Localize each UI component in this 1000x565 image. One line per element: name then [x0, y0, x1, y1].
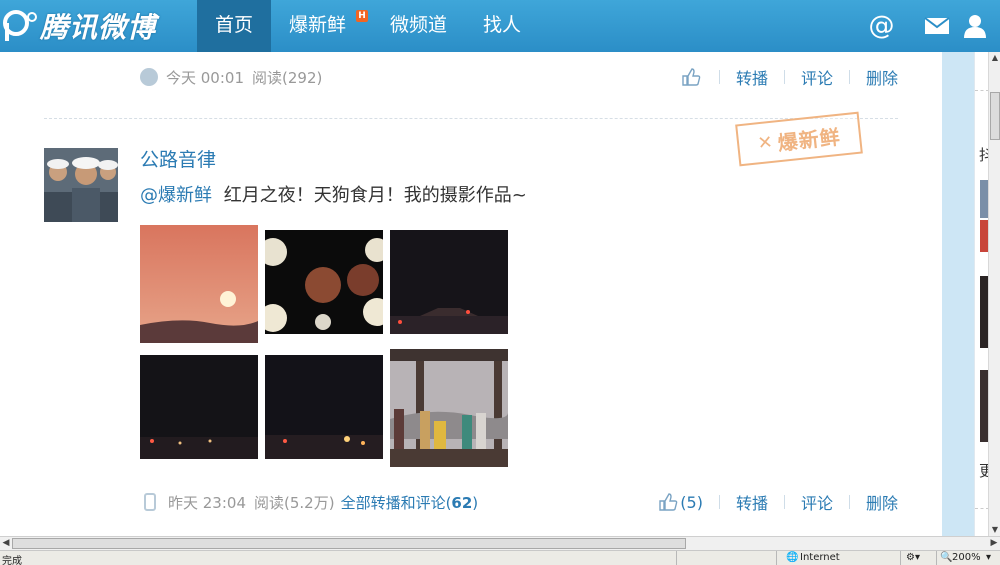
- side-divider: [975, 508, 988, 509]
- all-reposts-comments-link[interactable]: 全部转播和评论(62): [341, 492, 479, 513]
- zoom-level[interactable]: 200%: [952, 552, 981, 563]
- side-heading: 抖: [979, 144, 988, 165]
- scroll-thumb[interactable]: [12, 538, 686, 549]
- globe-zone-icon: 🌐: [786, 552, 799, 563]
- stamp-label: 爆新鲜: [776, 124, 842, 155]
- side-column: 抖 更: [974, 52, 988, 536]
- delete-button[interactable]: 删除: [850, 490, 898, 514]
- like-button[interactable]: (5): [658, 492, 719, 512]
- red-sunset-photo: [140, 225, 258, 343]
- right-gutter: [942, 52, 978, 536]
- hot-badge: H: [356, 10, 369, 22]
- mail-icon[interactable]: [909, 0, 964, 52]
- photo-3[interactable]: [390, 230, 508, 348]
- nav-item-label: 爆新鲜: [289, 14, 347, 36]
- repost-button[interactable]: 转播: [720, 490, 784, 514]
- like-button[interactable]: [681, 67, 719, 87]
- photo-5[interactable]: [265, 355, 383, 473]
- post-time[interactable]: 今天 00:01: [166, 67, 244, 88]
- like-count: (5): [680, 492, 703, 512]
- side-thumbnail[interactable]: [980, 276, 988, 348]
- nav-item-label: 找人: [483, 14, 522, 36]
- side-divider: [975, 90, 988, 91]
- all-close: ): [472, 493, 479, 512]
- scroll-right-icon[interactable]: ▶: [988, 537, 1000, 550]
- hot-stamp: ✕ 爆新鲜: [735, 111, 863, 167]
- post-author[interactable]: 公路音律: [140, 145, 216, 172]
- photo-6[interactable]: [390, 349, 508, 467]
- post-divider: [44, 118, 898, 119]
- side-more[interactable]: 更: [979, 460, 988, 481]
- mobile-icon: [144, 493, 156, 511]
- main-nav: 首页 爆新鲜 H 微频道 找人: [197, 0, 539, 52]
- post-meta: 昨天 23:04 阅读(5.2万) 全部转播和评论(62) (5) 转播 评论 …: [140, 487, 898, 517]
- photo-4[interactable]: [140, 355, 258, 473]
- mention-link[interactable]: @爆新鲜: [140, 185, 212, 206]
- status-pane: [936, 551, 937, 565]
- at-icon: @: [868, 11, 895, 41]
- delete-button[interactable]: 删除: [850, 65, 898, 89]
- eclipse-sequence-photo: [265, 230, 383, 342]
- top-icons: @: [854, 0, 1000, 52]
- zoom-dropdown-icon[interactable]: ▾: [986, 552, 991, 563]
- profile-icon[interactable]: [964, 0, 1000, 52]
- thumbs-up-icon: [659, 493, 678, 511]
- burst-icon: ✕: [756, 131, 775, 154]
- logo[interactable]: 腾讯微博: [2, 6, 156, 46]
- tencent-weibo-logo-icon: [3, 10, 37, 41]
- side-thumbnail[interactable]: [980, 180, 988, 218]
- post-text: @爆新鲜 红月之夜！天狗食月！我的摄影作品~: [140, 181, 527, 207]
- scroll-thumb[interactable]: [990, 92, 1000, 140]
- photo-2[interactable]: [265, 230, 383, 348]
- protected-mode-icon[interactable]: ⚙▾: [906, 552, 920, 563]
- scroll-left-icon[interactable]: ◀: [0, 537, 12, 550]
- all-count: 62: [451, 493, 473, 512]
- vertical-scrollbar[interactable]: ▲ ▼: [988, 52, 1000, 536]
- prev-post-meta: 今天 00:01 阅读(292) 转播 评论 删除: [140, 62, 898, 92]
- comment-button[interactable]: 评论: [785, 65, 849, 89]
- pavilion-people-photo: [390, 349, 508, 467]
- logo-text: 腾讯微博: [40, 11, 157, 44]
- repost-button[interactable]: 转播: [720, 65, 784, 89]
- envelope-icon: [923, 17, 950, 34]
- nav-item-hot[interactable]: 爆新鲜 H: [271, 0, 372, 52]
- side-thumbnail[interactable]: [980, 220, 988, 252]
- scroll-up-icon[interactable]: ▲: [990, 52, 1000, 64]
- zoom-icon[interactable]: 🔍: [940, 552, 952, 563]
- thumbs-up-icon: [682, 68, 701, 86]
- nav-item-channels[interactable]: 微频道: [372, 0, 465, 52]
- read-count: 阅读(292): [252, 68, 323, 87]
- mentions-icon[interactable]: @: [854, 0, 909, 52]
- status-pane: [900, 551, 901, 565]
- post-body: 红月之夜！天狗食月！我的摄影作品~: [223, 185, 527, 206]
- post-time[interactable]: 昨天 23:04: [168, 492, 246, 513]
- photo-1[interactable]: [140, 225, 258, 343]
- top-navigation-bar: 腾讯微博 首页 爆新鲜 H 微频道 找人 @: [0, 0, 1000, 52]
- scroll-down-icon[interactable]: ▼: [990, 524, 1000, 536]
- globe-icon: [140, 68, 158, 86]
- avatar[interactable]: [44, 148, 118, 222]
- nav-item-label: 首页: [215, 14, 254, 36]
- user-icon: [964, 15, 986, 38]
- horizontal-scrollbar[interactable]: ◀ ▶: [0, 536, 1000, 550]
- night-skyline-photo: [140, 355, 258, 467]
- nav-item-label: 微频道: [390, 14, 448, 36]
- night-lights-photo: [265, 355, 383, 467]
- nav-item-find-people[interactable]: 找人: [465, 0, 539, 52]
- read-count: 阅读(5.2万): [254, 493, 335, 512]
- nav-item-home[interactable]: 首页: [197, 0, 272, 52]
- side-thumbnail[interactable]: [980, 370, 988, 442]
- browser-status-bar: 完成 🌐 Internet ⚙▾ 🔍 200% ▾: [0, 550, 1000, 565]
- status-text: 完成: [2, 556, 22, 565]
- comment-button[interactable]: 评论: [785, 490, 849, 514]
- zone-label: Internet: [800, 552, 840, 563]
- all-label: 全部转播和评论(: [340, 493, 452, 512]
- status-pane: [776, 551, 777, 565]
- avatar-image: [44, 148, 118, 222]
- status-pane: [676, 551, 677, 565]
- night-city-photo: [390, 230, 508, 342]
